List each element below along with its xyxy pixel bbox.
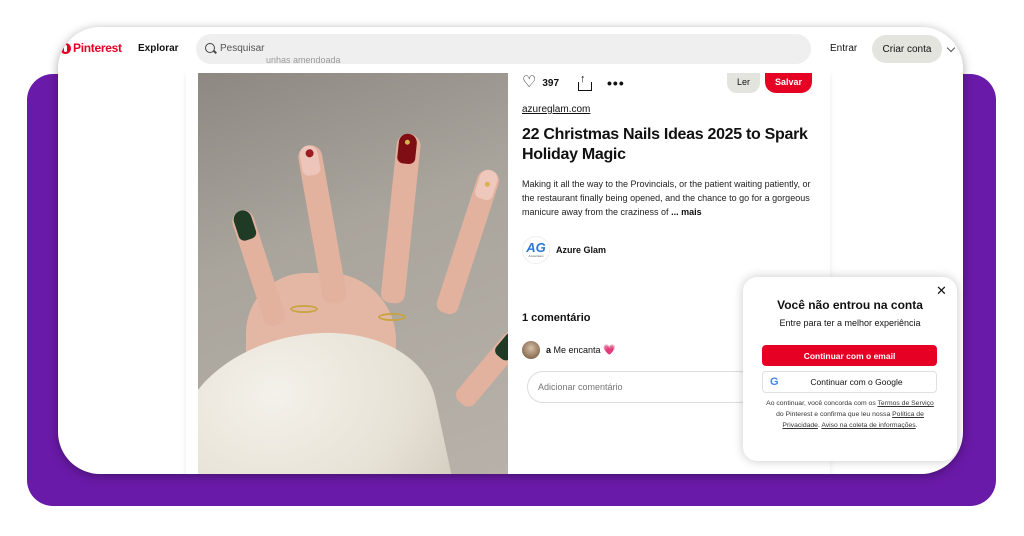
author-name[interactable]: Azure Glam — [556, 245, 606, 255]
nail-red — [396, 132, 418, 165]
share-icon[interactable] — [577, 73, 593, 91]
gold-ring — [378, 313, 406, 321]
author-avatar-text: AG — [526, 240, 546, 255]
comment-user[interactable]: a — [546, 345, 551, 355]
comment-text: a Me encanta 💗 — [546, 345, 616, 356]
pin-actions: ♡ 397 ••• — [522, 73, 625, 93]
gold-ring-emerald — [290, 305, 318, 313]
like-count: 397 — [542, 77, 560, 89]
popup-title: Você não entrou na conta — [777, 298, 923, 312]
pin-image[interactable] — [198, 73, 508, 474]
pinterest-logo-icon — [60, 42, 71, 54]
finger-index — [434, 166, 502, 317]
search-input[interactable] — [220, 43, 780, 54]
save-button[interactable]: Salvar — [765, 71, 812, 93]
more-icon[interactable]: ••• — [607, 75, 625, 91]
commenter-avatar[interactable] — [522, 341, 540, 359]
ler-button[interactable]: Ler — [727, 71, 760, 93]
criar-conta-button[interactable]: Criar conta — [872, 35, 942, 63]
comments-title: 1 comentário — [522, 312, 591, 324]
terms-text: Ao continuar, você concorda com os Termo… — [766, 400, 934, 429]
terms-link[interactable]: Termos de Serviço — [878, 400, 934, 407]
add-comment-input[interactable] — [527, 371, 755, 403]
cream-sweater — [198, 309, 454, 474]
comment-item: a Me encanta 💗 — [522, 341, 616, 359]
more-link[interactable]: ... mais — [671, 207, 702, 217]
google-icon: G — [770, 376, 779, 388]
top-header: Pinterest Explorar unhas amendoada Entra… — [58, 27, 963, 73]
chevron-down-icon[interactable] — [946, 43, 956, 53]
source-link[interactable]: azureglam.com — [522, 104, 590, 115]
pin-title: 22 Christmas Nails Ideas 2025 to Spark H… — [522, 126, 808, 163]
finger-thumb — [452, 326, 508, 411]
nav-explorar[interactable]: Explorar — [138, 43, 179, 54]
continue-google-button[interactable]: Continuar com o Google — [762, 371, 937, 393]
nail-nude — [298, 144, 322, 177]
login-popup: ✕ Você não entrou na conta Entre para te… — [743, 277, 957, 461]
author-avatar[interactable]: AG AzureGlam — [522, 236, 550, 264]
notice-link[interactable]: Aviso na coleta de informações — [821, 422, 915, 429]
popup-subtitle: Entre para ter a melhor experiência — [779, 318, 921, 328]
pinterest-logo[interactable]: Pinterest — [60, 41, 122, 55]
author[interactable]: AG AzureGlam Azure Glam — [522, 236, 606, 264]
continue-email-button[interactable]: Continuar com o email — [762, 345, 937, 366]
finger-middle — [380, 132, 422, 305]
pin-description: Making it all the way to the Provincials… — [522, 179, 811, 217]
nail-green — [231, 208, 258, 243]
search-ghost-text: unhas amendoada — [266, 55, 341, 65]
comment-body: Me encanta — [553, 344, 601, 355]
entrar-link[interactable]: Entrar — [830, 43, 857, 54]
heart-emoji: 💗 — [603, 344, 616, 356]
nail-green-gold — [492, 328, 508, 363]
author-avatar-sub: AzureGlam — [528, 254, 544, 258]
search-icon — [205, 43, 215, 53]
pin-card: ♡ 397 ••• Ler Salvar azureglam.com 22 Ch… — [186, 71, 830, 474]
heart-icon[interactable]: ♡ — [522, 75, 536, 91]
nail-nude-star — [473, 167, 500, 202]
close-icon[interactable]: ✕ — [936, 284, 947, 297]
browser-window: Pinterest Explorar unhas amendoada Entra… — [58, 27, 963, 474]
logo-text: Pinterest — [73, 41, 122, 55]
